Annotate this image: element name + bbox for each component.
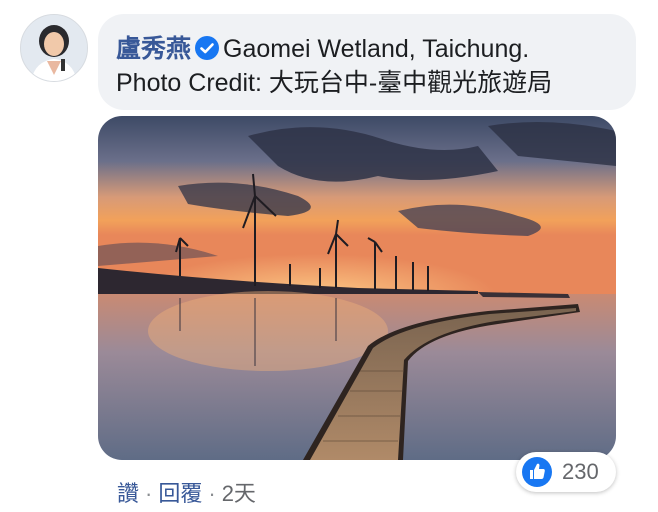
comment-line-1: 盧秀燕 Gaomei Wetland, Taichung. [116,32,636,66]
avatar[interactable] [20,14,88,82]
comment-bubble: 盧秀燕 Gaomei Wetland, Taichung. Photo Credi… [98,14,636,110]
reaction-count: 230 [562,459,599,484]
thumbs-up-icon [522,457,552,487]
reaction-summary[interactable]: 230 [516,452,616,492]
attached-photo[interactable] [98,116,616,460]
verified-badge-icon [195,35,220,60]
separator-dot: · [208,481,216,506]
separator-dot: · [145,481,153,506]
like-link[interactable]: 讚 [117,481,139,506]
comment-text-line-1: Gaomei Wetland, Taichung. [223,35,530,63]
reply-link[interactable]: 回覆 [158,481,202,506]
comment-timestamp[interactable]: 2天 [222,481,256,506]
wetland-sunset-image [98,116,616,460]
avatar-image [21,15,87,81]
comment-actions: 讚 · 回覆 · 2天 [117,476,256,508]
comment-text-line-2: Photo Credit: 大玩台中-臺中觀光旅遊局 [116,69,553,97]
comment-author[interactable]: 盧秀燕 [116,35,191,63]
